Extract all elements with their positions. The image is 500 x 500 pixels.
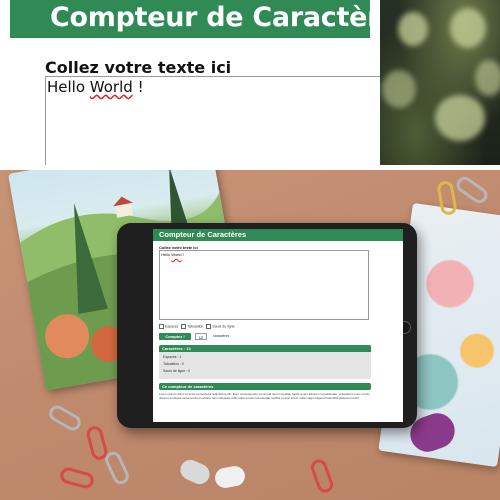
text-input-area[interactable]: Hello World ! bbox=[45, 76, 380, 165]
page-title: Compteur de Caractères bbox=[50, 2, 380, 33]
stat-tabulation: Tabulation : 0 bbox=[163, 362, 184, 366]
tablet-header-bar: Compteur de Caractères bbox=[153, 229, 403, 241]
app-header-bar: Compteur de Caractères bbox=[10, 0, 380, 38]
stats-header: Caractères : 13 bbox=[159, 345, 371, 352]
tablet-text-end: ! bbox=[181, 252, 184, 257]
tablet-misspelled-word: World bbox=[171, 252, 182, 257]
misspelled-word: World bbox=[89, 78, 133, 96]
tabulation-checkbox[interactable] bbox=[181, 324, 187, 329]
tablet-text-input[interactable]: Hello World ! bbox=[159, 250, 369, 320]
count-options: Espaces Tabulation Sauts de ligne bbox=[159, 324, 235, 329]
tablet-screen: Compteur de Caractères Collez votre text… bbox=[153, 229, 403, 422]
stat-sauts: Sauts de ligne : 0 bbox=[163, 369, 191, 373]
sauts-option-label: Sauts de ligne bbox=[212, 324, 235, 329]
tablet-text-start: Hello bbox=[161, 252, 172, 257]
stat-espaces: Espaces : 1 bbox=[163, 355, 182, 359]
espaces-option-label: Espaces bbox=[165, 324, 179, 329]
paperclip bbox=[102, 449, 132, 487]
tablet-page-title: Compteur de Caractères bbox=[159, 230, 247, 239]
about-text: Lorem ipsum dolor sit amet consectetur a… bbox=[159, 392, 370, 400]
paperclip bbox=[453, 173, 491, 207]
espaces-checkbox[interactable] bbox=[159, 324, 164, 329]
sauts-checkbox[interactable] bbox=[206, 324, 212, 329]
desk-photo: Compteur de Caractères Collez votre text… bbox=[0, 170, 500, 500]
text-content-start: Hello bbox=[47, 78, 90, 96]
eraser bbox=[177, 456, 213, 488]
paperclip bbox=[58, 465, 96, 491]
paperclip bbox=[308, 457, 336, 495]
textarea-label: Collez votre texte ici bbox=[45, 58, 232, 77]
app-screenshot-panel: Compteur de Caractères Collez votre text… bbox=[0, 0, 380, 165]
about-header: Ce compteur de caractères bbox=[159, 383, 371, 390]
tabulation-option-label: Tabulation bbox=[187, 324, 204, 329]
count-unit: caractères bbox=[213, 334, 230, 338]
count-value: 12 bbox=[195, 333, 207, 340]
paperclip bbox=[46, 402, 84, 434]
stats-panel: Caractères : 13 Espaces : 1 Tabulation :… bbox=[159, 345, 371, 379]
eraser bbox=[213, 464, 247, 490]
tablet-device: Compteur de Caractères Collez votre text… bbox=[117, 223, 417, 428]
blurred-background-photo bbox=[380, 0, 500, 165]
count-button[interactable]: Comptez ! bbox=[159, 333, 191, 340]
text-content-end: ! bbox=[132, 78, 144, 96]
